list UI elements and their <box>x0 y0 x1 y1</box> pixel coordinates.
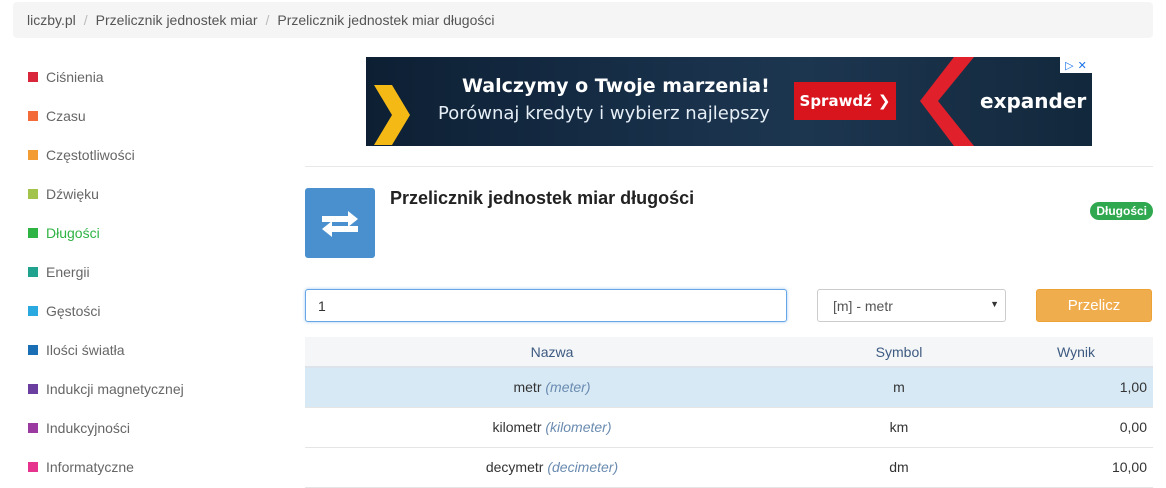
ad-cta-label: Sprawdź <box>799 92 872 110</box>
play-triangle-icon: ▷ <box>1065 59 1074 72</box>
unit-result: 10,00 <box>999 447 1153 488</box>
sidebar-item-indukcyjnosci[interactable]: Indukcyjności <box>28 408 288 447</box>
sidebar-item-ilosci-swiatla[interactable]: Ilości światła <box>28 330 288 369</box>
sidebar-item-label: Indukcji magnetycznej <box>46 380 184 397</box>
sidebar-item-label: Indukcyjności <box>46 419 131 436</box>
square-bullet-icon <box>28 266 38 277</box>
breadcrumb: liczby.pl / Przelicznik jednostek miar /… <box>13 2 1153 38</box>
table-row: kilometr (kilometer) km 0,00 <box>305 407 1153 448</box>
unit-name: metr <box>513 379 542 396</box>
ad-banner[interactable]: Walczymy o Twoje marzenia! Porównaj kred… <box>366 57 1092 146</box>
unit-name-cell: decymetr (decimeter) <box>305 447 799 488</box>
sidebar-item-label: Ciśnienia <box>46 68 104 85</box>
ad-brand-logo: expander <box>980 89 1087 113</box>
sidebar-item-label: Gęstości <box>46 302 101 319</box>
table-row: decymetr (decimeter) dm 10,00 <box>305 447 1153 488</box>
sidebar-item-label: Energii <box>46 263 90 280</box>
breadcrumb-separator: / <box>83 12 88 28</box>
sidebar-item-indukcji-magnetycznej[interactable]: Indukcji magnetycznej <box>28 369 288 408</box>
adchoices-icon[interactable]: ▷ ✕ <box>1060 57 1092 73</box>
table-header-row: Nazwa Symbol Wynik <box>305 337 1153 368</box>
unit-result: 0,00 <box>999 407 1153 448</box>
breadcrumb-converters-link[interactable]: Przelicznik jednostek miar <box>96 12 258 28</box>
chevron-right-icon: ❯ <box>877 92 891 110</box>
yellow-chevron-icon <box>374 85 410 145</box>
red-chevron-icon <box>920 57 974 146</box>
unit-name: decymetr <box>485 459 544 475</box>
sidebar-item-label: Ilości światła <box>46 341 125 358</box>
sidebar-item-label: Długości <box>46 224 100 241</box>
swap-arrows-icon <box>305 188 375 258</box>
square-bullet-icon <box>28 110 38 121</box>
table-row: metr (meter) m 1,00 <box>305 367 1153 408</box>
unit-name-en: (meter) <box>545 379 591 396</box>
column-header-symbol[interactable]: Symbol <box>799 337 999 368</box>
sidebar-item-label: Informatyczne <box>46 458 134 475</box>
unit-select[interactable]: [m] - metr ▼ <box>817 289 1006 322</box>
sidebar-item-label: Dźwięku <box>46 185 99 202</box>
unit-name-cell: kilometr (kilometer) <box>305 407 799 448</box>
ad-subline: Porównaj kredyty i wybierz najlepszy <box>438 103 770 124</box>
sidebar-item-dlugosci[interactable]: Długości <box>28 213 288 252</box>
breadcrumb-separator: / <box>265 12 270 28</box>
unit-symbol: dm <box>799 447 999 488</box>
page-title: Przelicznik jednostek miar długości <box>390 188 695 208</box>
sidebar-item-czestotliwosci[interactable]: Częstotliwości <box>28 135 288 174</box>
breadcrumb-current: Przelicznik jednostek miar długości <box>277 12 495 28</box>
sidebar-item-label: Częstotliwości <box>46 146 135 163</box>
unit-name: kilometr <box>492 419 542 435</box>
square-bullet-icon <box>28 344 38 355</box>
sidebar-item-informatyczne[interactable]: Informatyczne <box>28 447 288 486</box>
chevron-down-icon: ▼ <box>990 299 999 309</box>
column-header-name[interactable]: Nazwa <box>305 337 799 368</box>
ad-headline: Walczymy o Twoje marzenia! <box>462 75 770 97</box>
close-icon: ✕ <box>1077 59 1087 72</box>
breadcrumb-home-link[interactable]: liczby.pl <box>27 12 76 28</box>
unit-symbol: m <box>799 367 999 408</box>
ad-cta-button[interactable]: Sprawdź ❯ <box>794 82 896 120</box>
square-bullet-icon <box>28 227 38 238</box>
sidebar-item-gestosci[interactable]: Gęstości <box>28 291 288 330</box>
sidebar: Ciśnienia Czasu Częstotliwości Dźwięku D… <box>28 57 288 486</box>
convert-button[interactable]: Przelicz <box>1036 289 1152 322</box>
column-header-result[interactable]: Wynik <box>999 337 1153 368</box>
results-table: Nazwa Symbol Wynik metr (meter) m 1,00 k… <box>305 337 1153 488</box>
sidebar-item-czasu[interactable]: Czasu <box>28 96 288 135</box>
sidebar-item-energii[interactable]: Energii <box>28 252 288 291</box>
unit-name-en: (decimeter) <box>547 459 619 475</box>
sidebar-item-cisnienia[interactable]: Ciśnienia <box>28 57 288 96</box>
square-bullet-icon <box>28 461 38 472</box>
square-bullet-icon <box>28 422 38 433</box>
unit-symbol: km <box>799 407 999 448</box>
value-input[interactable] <box>305 289 787 322</box>
square-bullet-icon <box>28 188 38 199</box>
square-bullet-icon <box>28 71 38 82</box>
square-bullet-icon <box>28 383 38 394</box>
category-badge[interactable]: Długości <box>1090 202 1153 220</box>
square-bullet-icon <box>28 305 38 316</box>
square-bullet-icon <box>28 149 38 160</box>
unit-name-en: (kilometer) <box>545 419 612 435</box>
unit-result: 1,00 <box>999 367 1153 408</box>
sidebar-item-dzwieku[interactable]: Dźwięku <box>28 174 288 213</box>
unit-name-cell: metr (meter) <box>305 367 799 408</box>
unit-select-value: [m] - metr <box>833 297 893 314</box>
divider <box>305 166 1153 167</box>
sidebar-item-label: Czasu <box>46 107 86 124</box>
